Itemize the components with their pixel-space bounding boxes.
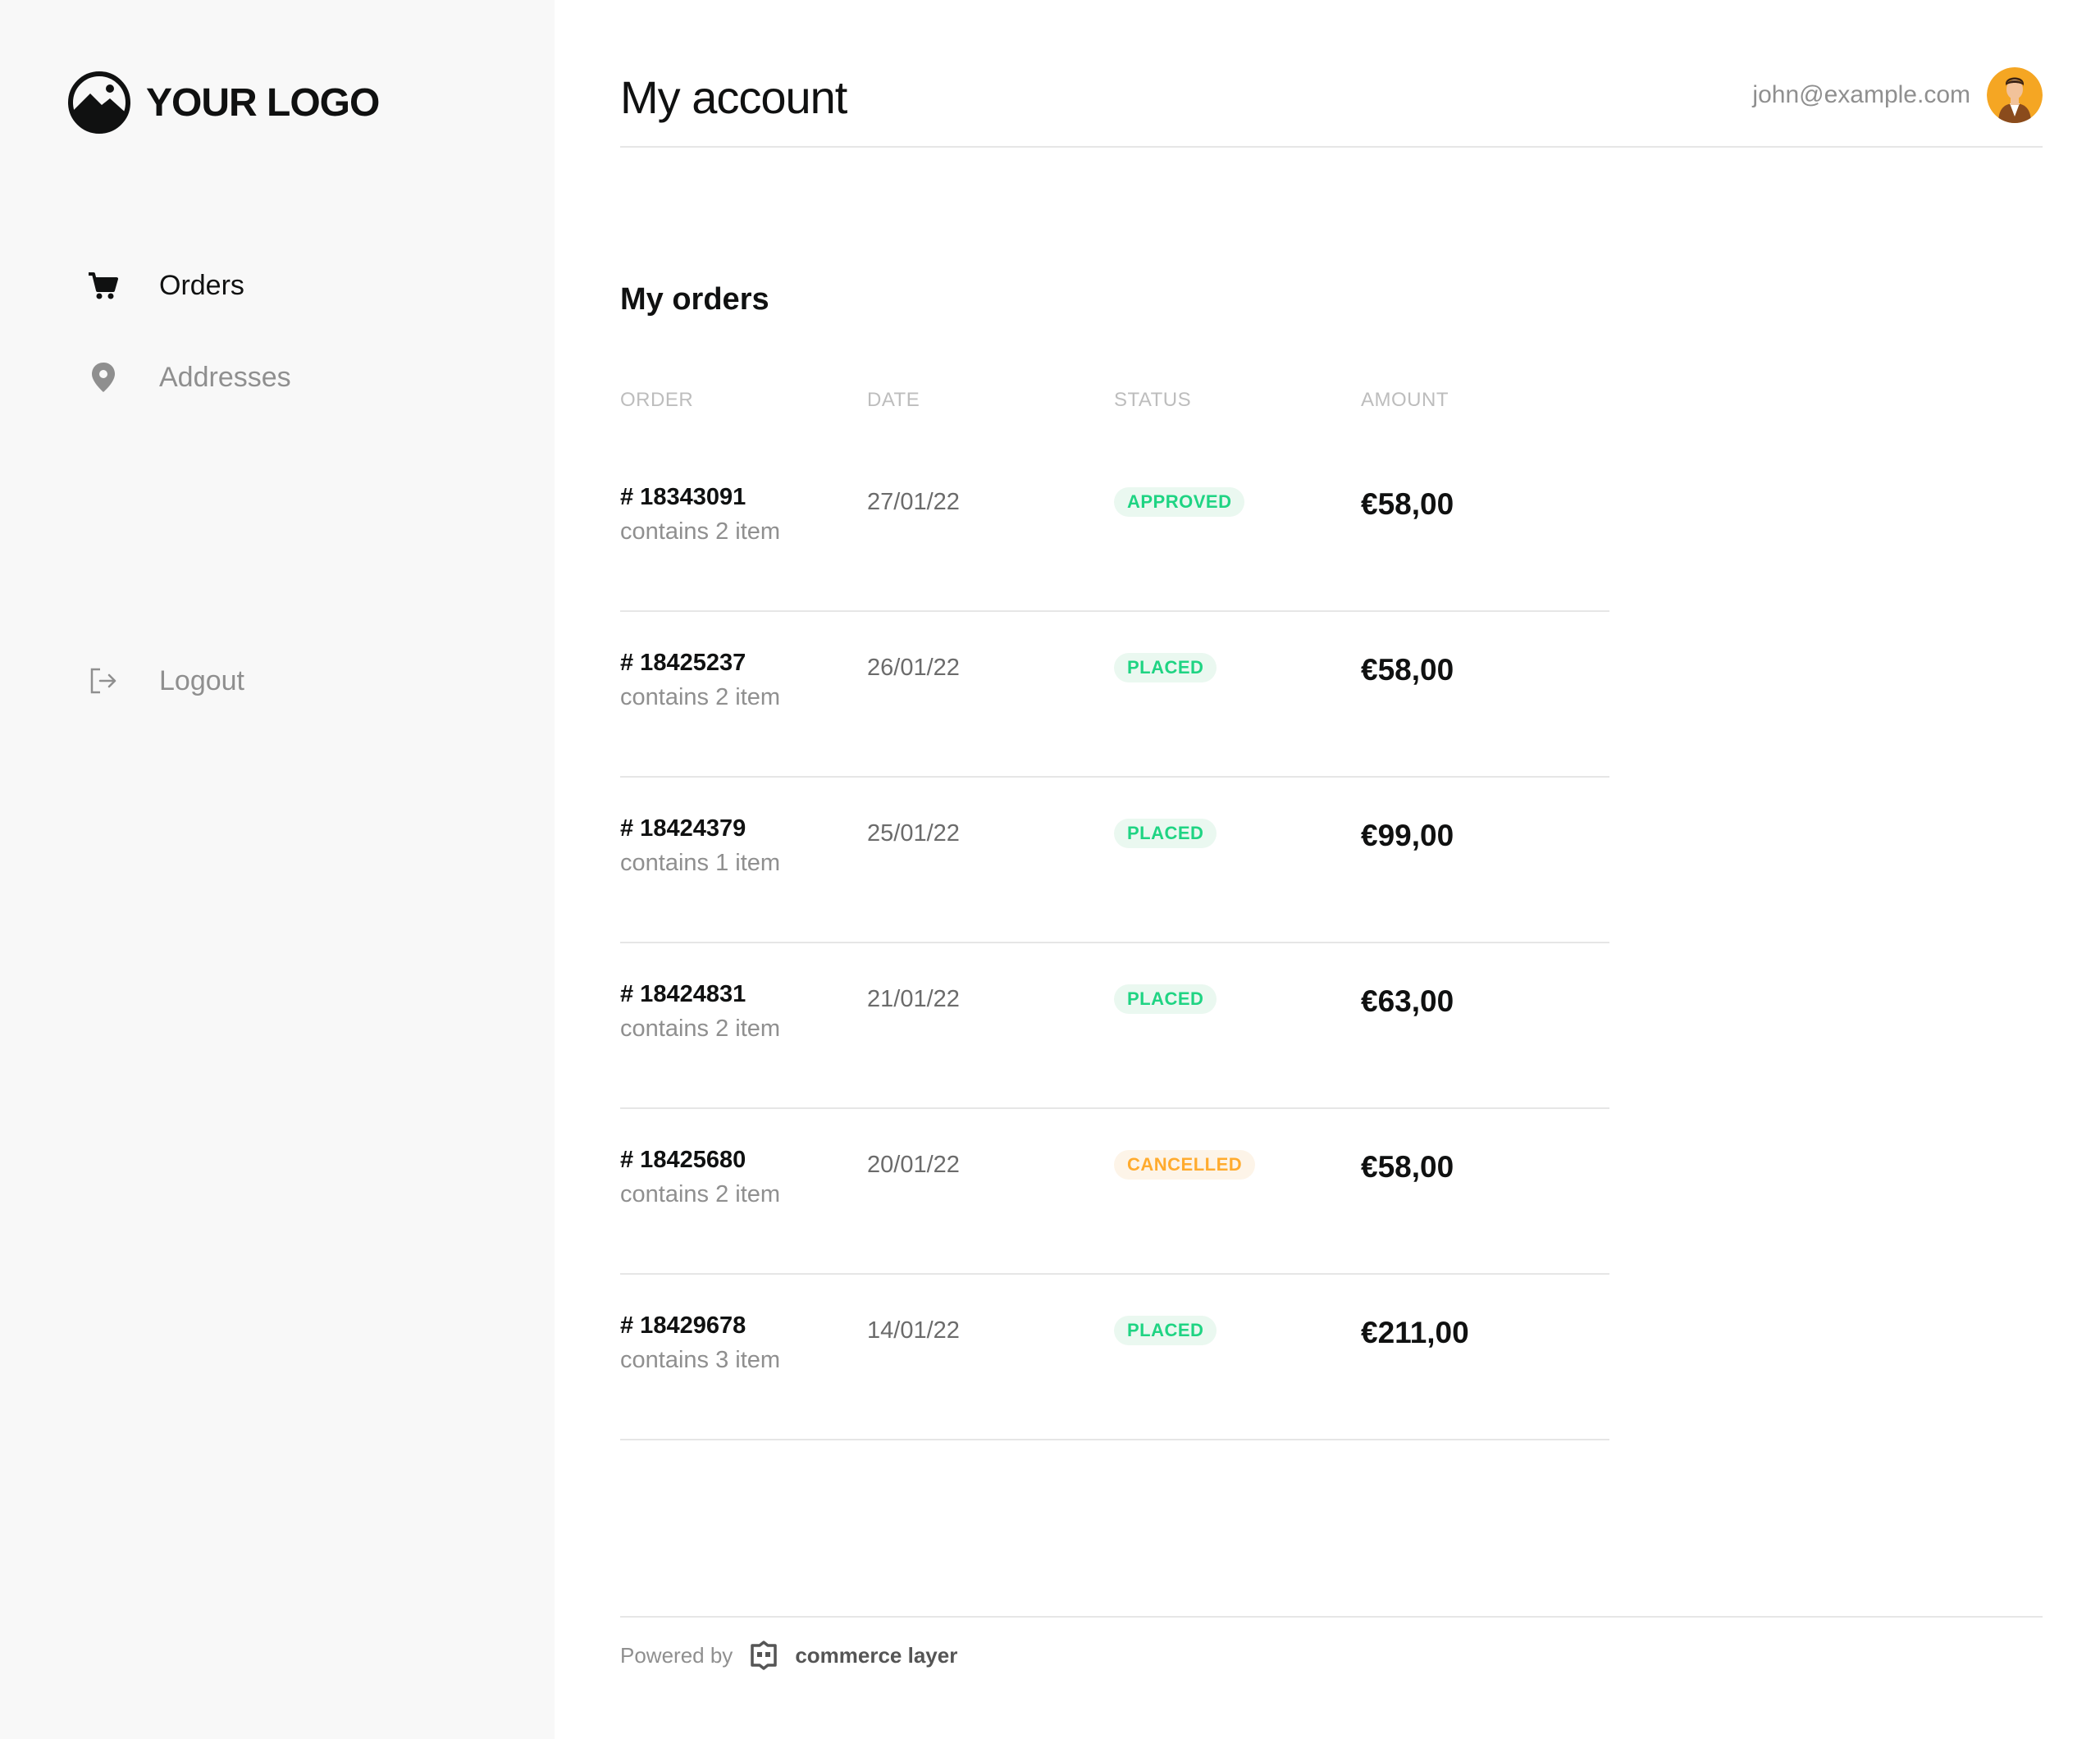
user-email: john@example.com — [1752, 81, 1970, 108]
order-amount: €58,00 — [1361, 653, 1454, 687]
column-header-date: DATE — [867, 389, 920, 411]
app: YOUR LOGO Orders Addresses Logout My acc… — [0, 0, 2100, 1739]
order-number[interactable]: # 18429678 — [620, 1312, 746, 1340]
status-badge: APPROVED — [1114, 487, 1245, 517]
status-badge: PLACED — [1114, 653, 1217, 682]
order-date: 25/01/22 — [867, 820, 960, 847]
order-date: 26/01/22 — [867, 655, 960, 681]
logo[interactable]: YOUR LOGO — [67, 71, 380, 135]
footer: Powered by commerce layer — [620, 1637, 957, 1673]
sidebar-item-addresses[interactable]: Addresses — [85, 359, 291, 395]
order-amount: €58,00 — [1361, 487, 1454, 521]
row-divider — [620, 1107, 1609, 1109]
order-amount: €58,00 — [1361, 1150, 1454, 1184]
order-item-count: contains 1 item — [620, 850, 781, 876]
powered-by-label: Powered by — [620, 1642, 733, 1668]
user-menu[interactable]: john@example.com — [1752, 67, 2043, 123]
logo-icon — [68, 71, 130, 134]
commerce-layer-link[interactable]: commerce layer — [795, 1643, 957, 1668]
order-date: 27/01/22 — [867, 489, 960, 515]
order-number[interactable]: # 18424831 — [620, 981, 746, 1008]
order-number[interactable]: # 18343091 — [620, 484, 746, 511]
row-divider — [620, 1439, 1609, 1440]
row-divider — [620, 1273, 1609, 1275]
order-amount: €63,00 — [1361, 984, 1454, 1018]
table-row[interactable]: # 18424379 contains 1 item 25/01/22 PLAC… — [620, 779, 1609, 943]
status-badge: CANCELLED — [1114, 1150, 1256, 1180]
order-amount: €211,00 — [1361, 1316, 1469, 1349]
page-title: My account — [620, 71, 847, 123]
order-date: 21/01/22 — [867, 986, 960, 1012]
order-item-count: contains 3 item — [620, 1347, 781, 1373]
row-divider — [620, 776, 1609, 778]
order-amount: €99,00 — [1361, 819, 1454, 852]
order-item-count: contains 2 item — [620, 684, 781, 710]
logout-label: Logout — [159, 664, 244, 696]
sidebar-item-label: Orders — [159, 269, 244, 301]
column-header-status: STATUS — [1114, 389, 1192, 411]
order-number[interactable]: # 18424379 — [620, 815, 746, 842]
table-row[interactable]: # 18343091 contains 2 item 27/01/22 APPR… — [620, 448, 1609, 612]
table-row[interactable]: # 18425237 contains 2 item 26/01/22 PLAC… — [620, 614, 1609, 778]
sidebar-item-orders[interactable]: Orders — [85, 267, 244, 304]
header-divider — [620, 146, 2043, 148]
logout-icon — [90, 668, 116, 694]
footer-divider — [620, 1616, 2043, 1618]
section-title: My orders — [620, 282, 769, 317]
sidebar-item-label: Addresses — [159, 361, 291, 393]
sidebar: YOUR LOGO Orders Addresses Logout — [0, 0, 555, 1739]
order-date: 20/01/22 — [867, 1152, 960, 1178]
cart-icon — [89, 272, 118, 299]
order-number[interactable]: # 18425237 — [620, 650, 746, 677]
row-divider — [620, 942, 1609, 943]
logout-button[interactable]: Logout — [85, 663, 244, 699]
avatar[interactable] — [1987, 67, 2043, 123]
order-item-count: contains 2 item — [620, 1016, 781, 1042]
logo-text: YOUR LOGO — [146, 80, 380, 125]
map-pin-icon — [92, 363, 115, 392]
column-header-order: ORDER — [620, 389, 694, 411]
commerce-layer-logo-icon[interactable] — [746, 1637, 782, 1673]
column-header-amount: AMOUNT — [1361, 389, 1449, 411]
status-badge: PLACED — [1114, 1316, 1217, 1345]
status-badge: PLACED — [1114, 819, 1217, 848]
status-badge: PLACED — [1114, 984, 1217, 1014]
table-row[interactable]: # 18425680 contains 2 item 20/01/22 CANC… — [620, 1111, 1609, 1275]
order-item-count: contains 2 item — [620, 1181, 781, 1207]
order-item-count: contains 2 item — [620, 518, 781, 545]
table-row[interactable]: # 18424831 contains 2 item 21/01/22 PLAC… — [620, 945, 1609, 1109]
row-divider — [620, 610, 1609, 612]
order-date: 14/01/22 — [867, 1317, 960, 1344]
order-number[interactable]: # 18425680 — [620, 1147, 746, 1174]
table-row[interactable]: # 18429678 contains 3 item 14/01/22 PLAC… — [620, 1276, 1609, 1440]
